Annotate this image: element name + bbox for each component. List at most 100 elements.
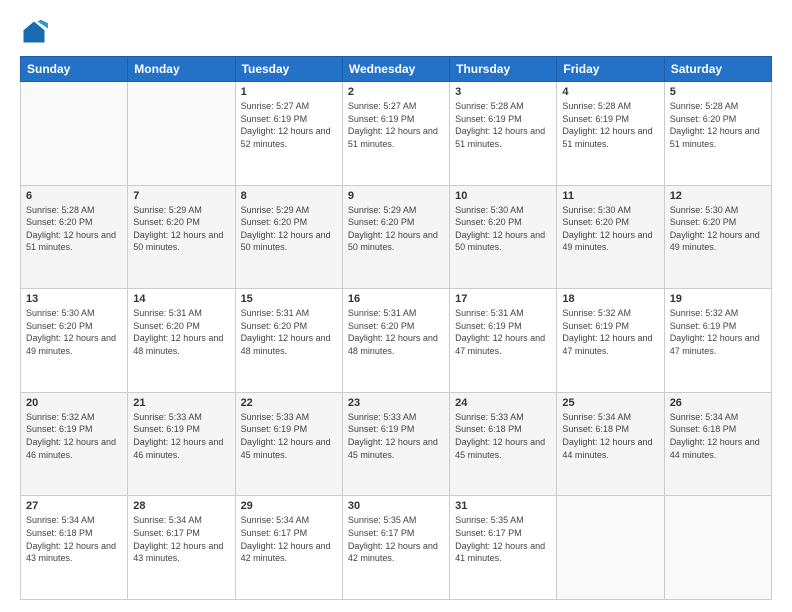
day-info: Sunrise: 5:29 AM Sunset: 6:20 PM Dayligh…	[241, 204, 337, 254]
calendar: SundayMondayTuesdayWednesdayThursdayFrid…	[20, 56, 772, 600]
day-info: Sunrise: 5:35 AM Sunset: 6:17 PM Dayligh…	[455, 514, 551, 564]
calendar-cell: 12 Sunrise: 5:30 AM Sunset: 6:20 PM Dayli…	[664, 185, 771, 289]
day-header-wednesday: Wednesday	[342, 57, 449, 82]
day-info: Sunrise: 5:33 AM Sunset: 6:18 PM Dayligh…	[455, 411, 551, 461]
day-number: 30	[348, 500, 444, 512]
calendar-cell: 31 Sunrise: 5:35 AM Sunset: 6:17 PM Dayli…	[450, 496, 557, 600]
day-number: 20	[26, 397, 122, 409]
day-number: 5	[670, 86, 766, 98]
day-info: Sunrise: 5:27 AM Sunset: 6:19 PM Dayligh…	[241, 100, 337, 150]
day-info: Sunrise: 5:31 AM Sunset: 6:20 PM Dayligh…	[133, 307, 229, 357]
calendar-header-row: SundayMondayTuesdayWednesdayThursdayFrid…	[21, 57, 772, 82]
day-number: 2	[348, 86, 444, 98]
calendar-cell: 11 Sunrise: 5:30 AM Sunset: 6:20 PM Dayli…	[557, 185, 664, 289]
day-info: Sunrise: 5:32 AM Sunset: 6:19 PM Dayligh…	[26, 411, 122, 461]
calendar-cell: 25 Sunrise: 5:34 AM Sunset: 6:18 PM Dayli…	[557, 392, 664, 496]
day-number: 31	[455, 500, 551, 512]
day-number: 15	[241, 293, 337, 305]
calendar-cell: 20 Sunrise: 5:32 AM Sunset: 6:19 PM Dayli…	[21, 392, 128, 496]
logo	[20, 18, 52, 46]
calendar-cell: 22 Sunrise: 5:33 AM Sunset: 6:19 PM Dayli…	[235, 392, 342, 496]
calendar-week-1: 1 Sunrise: 5:27 AM Sunset: 6:19 PM Daylig…	[21, 82, 772, 186]
day-info: Sunrise: 5:34 AM Sunset: 6:18 PM Dayligh…	[670, 411, 766, 461]
calendar-cell: 27 Sunrise: 5:34 AM Sunset: 6:18 PM Dayli…	[21, 496, 128, 600]
day-info: Sunrise: 5:31 AM Sunset: 6:20 PM Dayligh…	[241, 307, 337, 357]
day-number: 8	[241, 190, 337, 202]
calendar-cell: 1 Sunrise: 5:27 AM Sunset: 6:19 PM Daylig…	[235, 82, 342, 186]
day-number: 22	[241, 397, 337, 409]
day-number: 18	[562, 293, 658, 305]
calendar-week-2: 6Sunrise: 5:28 AM Sunset: 6:20 PM Daylig…	[21, 185, 772, 289]
calendar-cell: 4 Sunrise: 5:28 AM Sunset: 6:19 PM Daylig…	[557, 82, 664, 186]
day-info: Sunrise: 5:34 AM Sunset: 6:17 PM Dayligh…	[133, 514, 229, 564]
day-number: 1	[241, 86, 337, 98]
calendar-cell: 17 Sunrise: 5:31 AM Sunset: 6:19 PM Dayli…	[450, 289, 557, 393]
calendar-cell: 18Sunrise: 5:32 AM Sunset: 6:19 PM Dayli…	[557, 289, 664, 393]
day-info: Sunrise: 5:34 AM Sunset: 6:18 PM Dayligh…	[26, 514, 122, 564]
day-header-friday: Friday	[557, 57, 664, 82]
day-info: Sunrise: 5:35 AM Sunset: 6:17 PM Dayligh…	[348, 514, 444, 564]
calendar-cell	[128, 82, 235, 186]
calendar-cell: 30 Sunrise: 5:35 AM Sunset: 6:17 PM Dayli…	[342, 496, 449, 600]
day-info: Sunrise: 5:28 AM Sunset: 6:20 PM Dayligh…	[670, 100, 766, 150]
day-number: 19	[670, 293, 766, 305]
day-info: Sunrise: 5:30 AM Sunset: 6:20 PM Dayligh…	[670, 204, 766, 254]
day-number: 9	[348, 190, 444, 202]
calendar-cell: 9 Sunrise: 5:29 AM Sunset: 6:20 PM Daylig…	[342, 185, 449, 289]
calendar-cell: 2Sunrise: 5:27 AM Sunset: 6:19 PM Daylig…	[342, 82, 449, 186]
page: SundayMondayTuesdayWednesdayThursdayFrid…	[0, 0, 792, 612]
day-info: Sunrise: 5:31 AM Sunset: 6:19 PM Dayligh…	[455, 307, 551, 357]
day-info: Sunrise: 5:33 AM Sunset: 6:19 PM Dayligh…	[348, 411, 444, 461]
calendar-cell: 5 Sunrise: 5:28 AM Sunset: 6:20 PM Daylig…	[664, 82, 771, 186]
calendar-cell: 10 Sunrise: 5:30 AM Sunset: 6:20 PM Dayli…	[450, 185, 557, 289]
calendar-cell: 21Sunrise: 5:33 AM Sunset: 6:19 PM Dayli…	[128, 392, 235, 496]
calendar-cell	[557, 496, 664, 600]
day-number: 17	[455, 293, 551, 305]
day-info: Sunrise: 5:34 AM Sunset: 6:18 PM Dayligh…	[562, 411, 658, 461]
day-info: Sunrise: 5:29 AM Sunset: 6:20 PM Dayligh…	[133, 204, 229, 254]
calendar-cell: 26 Sunrise: 5:34 AM Sunset: 6:18 PM Dayli…	[664, 392, 771, 496]
day-info: Sunrise: 5:28 AM Sunset: 6:19 PM Dayligh…	[562, 100, 658, 150]
calendar-week-4: 20 Sunrise: 5:32 AM Sunset: 6:19 PM Dayli…	[21, 392, 772, 496]
day-number: 28	[133, 500, 229, 512]
calendar-week-3: 13Sunrise: 5:30 AM Sunset: 6:20 PM Dayli…	[21, 289, 772, 393]
calendar-cell: 7Sunrise: 5:29 AM Sunset: 6:20 PM Daylig…	[128, 185, 235, 289]
calendar-cell	[21, 82, 128, 186]
day-number: 26	[670, 397, 766, 409]
day-header-thursday: Thursday	[450, 57, 557, 82]
calendar-cell: 15 Sunrise: 5:31 AM Sunset: 6:20 PM Dayli…	[235, 289, 342, 393]
calendar-cell: 6Sunrise: 5:28 AM Sunset: 6:20 PM Daylig…	[21, 185, 128, 289]
calendar-cell: 24 Sunrise: 5:33 AM Sunset: 6:18 PM Dayli…	[450, 392, 557, 496]
logo-icon	[20, 18, 48, 46]
day-info: Sunrise: 5:33 AM Sunset: 6:19 PM Dayligh…	[241, 411, 337, 461]
calendar-cell	[664, 496, 771, 600]
day-number: 11	[562, 190, 658, 202]
day-info: Sunrise: 5:32 AM Sunset: 6:19 PM Dayligh…	[670, 307, 766, 357]
day-number: 25	[562, 397, 658, 409]
calendar-cell: 23 Sunrise: 5:33 AM Sunset: 6:19 PM Dayli…	[342, 392, 449, 496]
day-header-tuesday: Tuesday	[235, 57, 342, 82]
day-number: 27	[26, 500, 122, 512]
calendar-cell: 3Sunrise: 5:28 AM Sunset: 6:19 PM Daylig…	[450, 82, 557, 186]
day-info: Sunrise: 5:30 AM Sunset: 6:20 PM Dayligh…	[455, 204, 551, 254]
day-info: Sunrise: 5:28 AM Sunset: 6:19 PM Dayligh…	[455, 100, 551, 150]
day-number: 6	[26, 190, 122, 202]
day-header-sunday: Sunday	[21, 57, 128, 82]
day-info: Sunrise: 5:30 AM Sunset: 6:20 PM Dayligh…	[562, 204, 658, 254]
day-header-saturday: Saturday	[664, 57, 771, 82]
day-number: 10	[455, 190, 551, 202]
day-number: 24	[455, 397, 551, 409]
calendar-cell: 28 Sunrise: 5:34 AM Sunset: 6:17 PM Dayli…	[128, 496, 235, 600]
day-number: 16	[348, 293, 444, 305]
day-info: Sunrise: 5:29 AM Sunset: 6:20 PM Dayligh…	[348, 204, 444, 254]
day-number: 4	[562, 86, 658, 98]
header	[20, 18, 772, 46]
calendar-cell: 29Sunrise: 5:34 AM Sunset: 6:17 PM Dayli…	[235, 496, 342, 600]
day-number: 12	[670, 190, 766, 202]
calendar-cell: 16 Sunrise: 5:31 AM Sunset: 6:20 PM Dayli…	[342, 289, 449, 393]
calendar-cell: 8 Sunrise: 5:29 AM Sunset: 6:20 PM Daylig…	[235, 185, 342, 289]
day-info: Sunrise: 5:31 AM Sunset: 6:20 PM Dayligh…	[348, 307, 444, 357]
calendar-cell: 13Sunrise: 5:30 AM Sunset: 6:20 PM Dayli…	[21, 289, 128, 393]
day-number: 29	[241, 500, 337, 512]
day-number: 23	[348, 397, 444, 409]
